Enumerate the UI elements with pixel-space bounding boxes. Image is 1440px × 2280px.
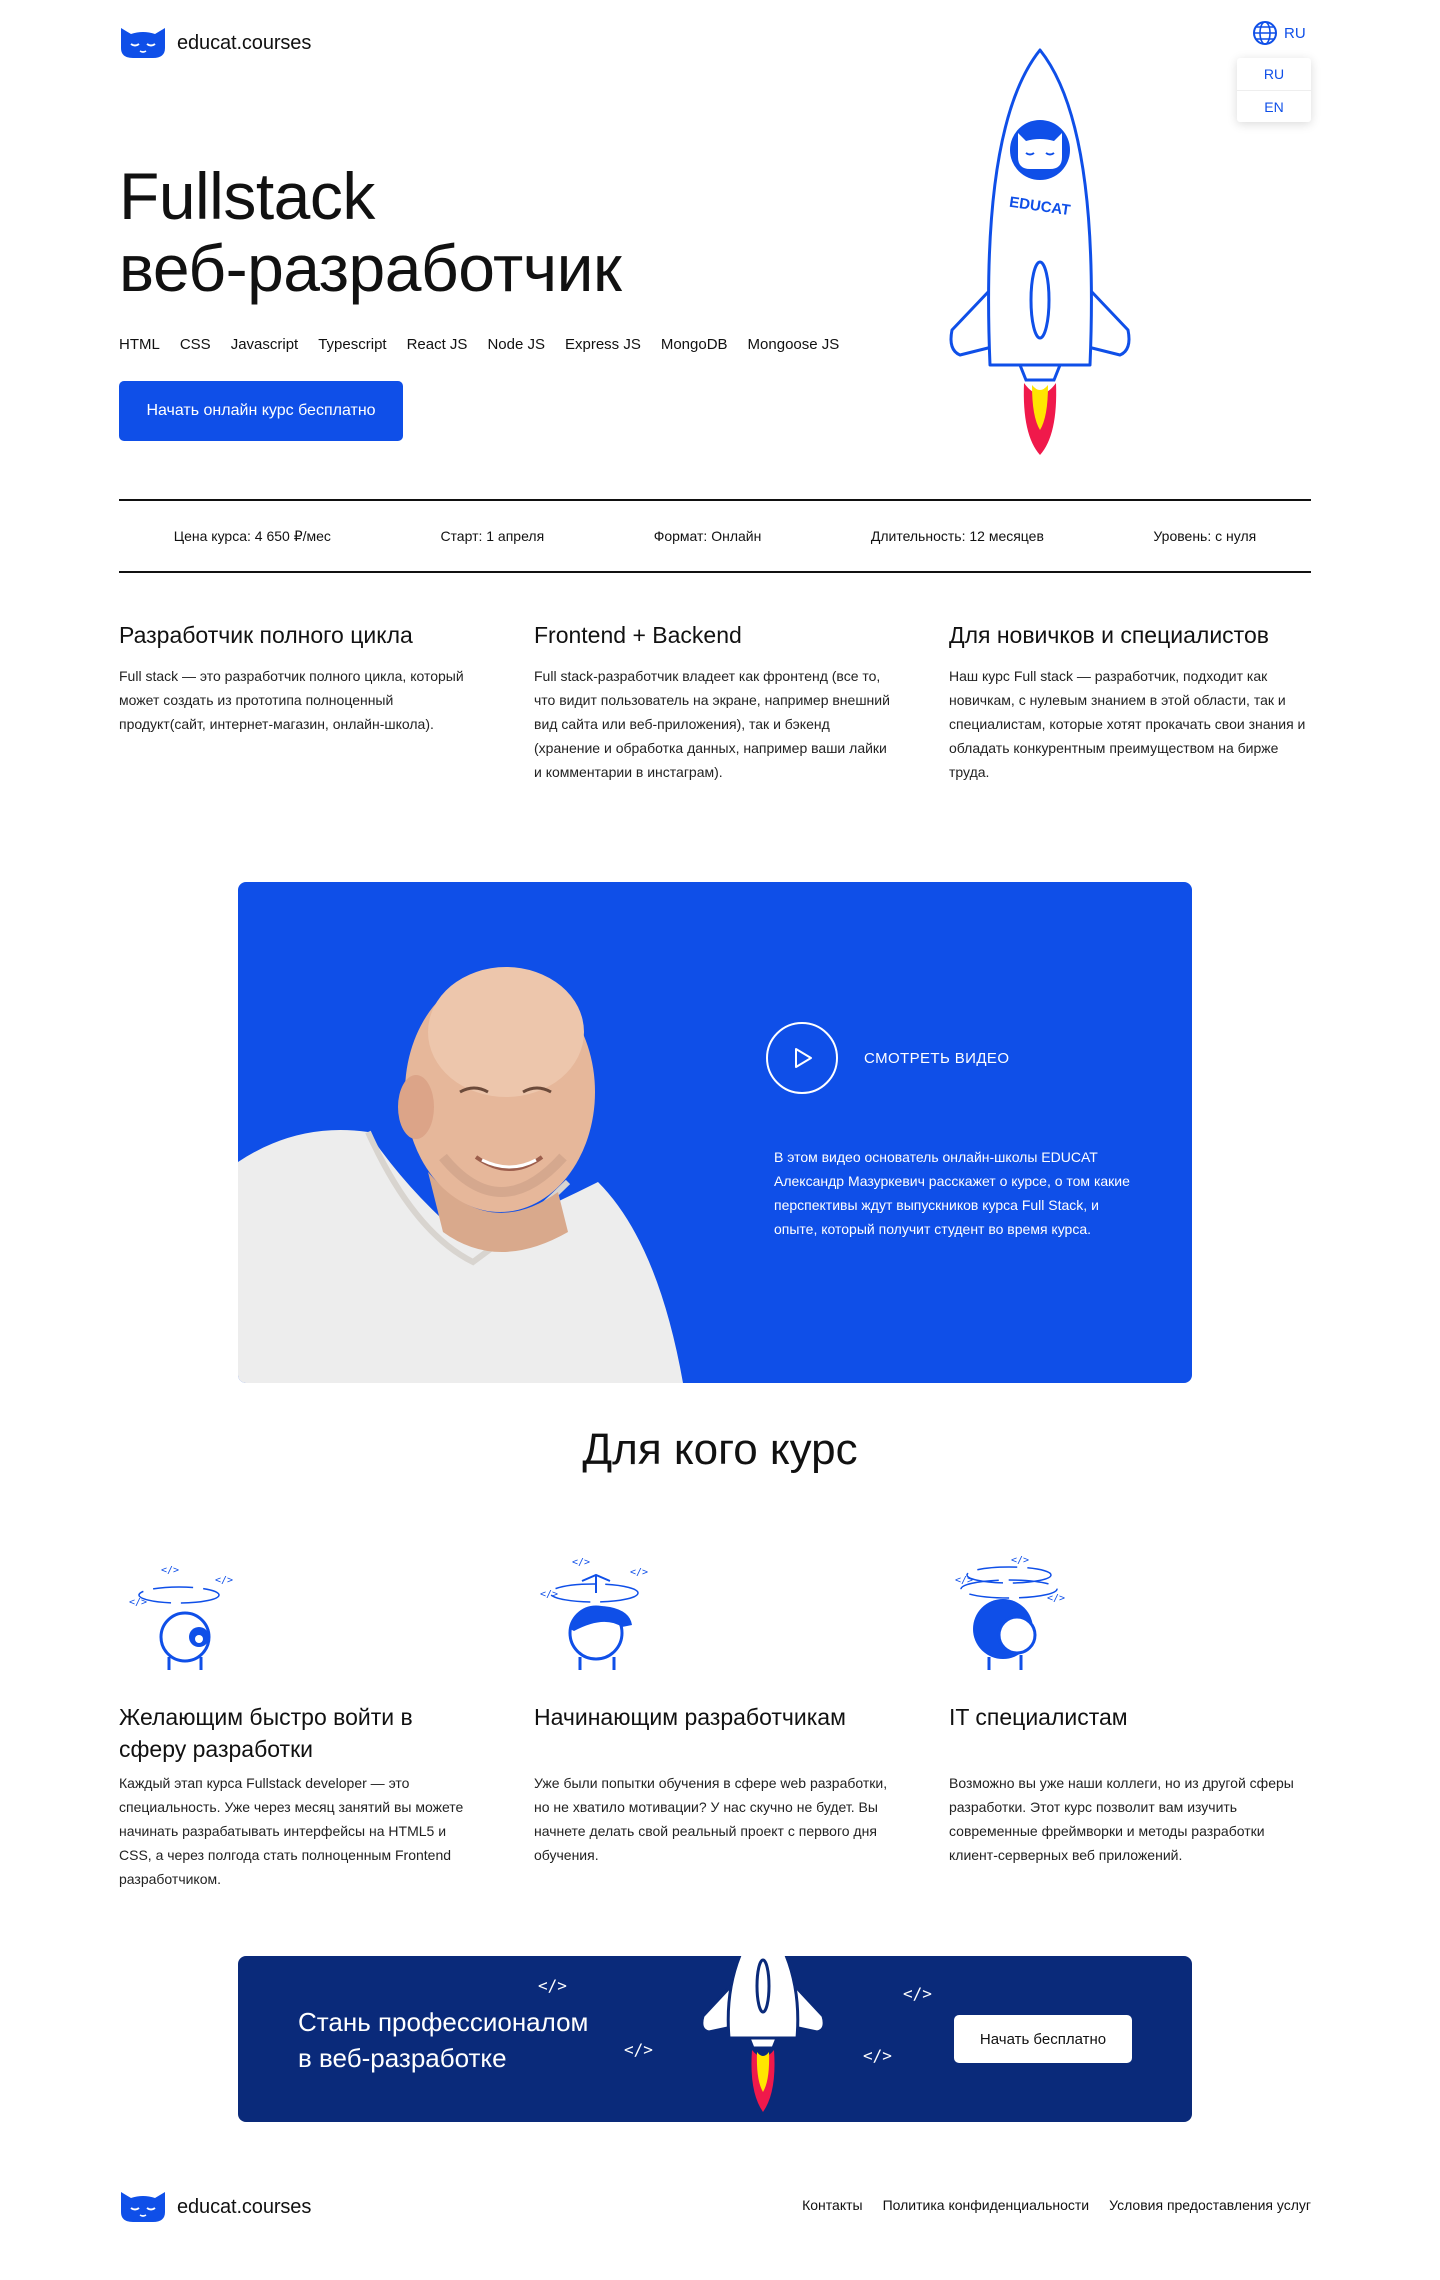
course-stats-bar: Цена курса: 4 650 ₽/мес Старт: 1 апреля … [119, 499, 1311, 573]
footer-logo-text: educat.courses [177, 2195, 312, 2218]
cta-title-line1: Стань профессионалом [298, 2007, 589, 2037]
language-menu: RU EN [1237, 58, 1311, 122]
code-glyph: </> [538, 1976, 567, 1995]
technology-list: HTML CSS Javascript Typescript React JS … [119, 336, 839, 353]
footer-logo[interactable]: educat.courses [119, 2190, 311, 2224]
stat-duration: Длительность: 12 месяцев [870, 528, 1044, 544]
audience-text: Уже были попытки обучения в сфере web ра… [534, 1775, 888, 1863]
code-glyph: </> [903, 1984, 932, 2003]
feature-title: Разработчик полного цикла [119, 622, 413, 648]
propeller-cap-head-icon: </> </> </> [540, 1557, 648, 1670]
video-description: В этом видео основатель онлайн-школы EDU… [774, 1149, 1130, 1237]
rocket-illustration: EDUCAT [949, 48, 1131, 455]
tech-tag: Javascript [230, 336, 299, 353]
founder-photo [238, 967, 683, 1383]
feature-card: Frontend + Backend Full stack-разработчи… [534, 620, 896, 784]
svg-text:</>: </> [630, 1567, 648, 1578]
tech-tag: Typescript [318, 336, 387, 353]
audience-text: Каждый этап курса Fullstack developer — … [119, 1775, 464, 1887]
tech-tag: CSS [179, 336, 211, 353]
svg-text:</>: </> [572, 1557, 590, 1568]
audience-card: </> </> </> Начинающим разработчикам Уже… [534, 1545, 896, 1891]
start-course-button[interactable]: Начать онлайн курс бесплатно [119, 381, 403, 441]
code-glyph: </> [624, 2040, 653, 2059]
stat-price: Цена курса: 4 650 ₽/мес [173, 527, 331, 544]
stat-format: Формат: Онлайн [653, 528, 762, 544]
audience-card: </> </> </> Желающим быстро войти в сфер… [119, 1545, 481, 1891]
svg-text:</>: </> [540, 1589, 558, 1600]
footer-link-terms[interactable]: Условия предоставления услуг [1109, 2197, 1311, 2213]
video-block[interactable]: СМОТРЕТЬ ВИДЕО В этом видео основатель о… [238, 882, 1192, 1383]
tech-tag: Node JS [487, 336, 545, 353]
tech-tag: Express JS [564, 336, 641, 353]
logo-text: educat.courses [177, 31, 312, 54]
audience-section-title: Для кого курс [582, 1425, 858, 1474]
feature-card: Разработчик полного цикла Full stack — э… [119, 620, 481, 784]
svg-text:</>: </> [1011, 1555, 1029, 1566]
watch-video-label: СМОТРЕТЬ ВИДЕО [864, 1049, 1010, 1067]
cat-logo-icon [121, 28, 165, 58]
audience-section: </> </> </> Желающим быстро войти в сфер… [119, 1545, 1311, 1891]
svg-text:</>: </> [215, 1575, 233, 1586]
cta-banner: Стань профессионалом в веб-разработке </… [238, 1956, 1192, 2122]
audience-title: Начинающим разработчикам [534, 1704, 846, 1730]
audience-card: </> </> </> IT специалистам Возможно вы … [949, 1545, 1311, 1891]
cta-title: Стань профессионалом в веб-разработке [298, 2004, 588, 2076]
start-free-button[interactable]: Начать бесплатно [954, 2015, 1132, 2063]
stat-start: Старт: 1 апреля [440, 528, 545, 544]
feature-text: Наш курс Full stack — разработчик, подхо… [949, 668, 1306, 780]
svg-text:</>: </> [1047, 1593, 1065, 1604]
feature-text: Full stack-разработчик владеет как фронт… [534, 668, 890, 780]
code-glyph: </> [863, 2046, 892, 2065]
feature-text: Full stack — это разработчик полного цик… [119, 668, 464, 732]
footer-link-privacy[interactable]: Политика конфиденциальности [883, 2197, 1090, 2213]
feature-title: Для новичков и специалистов [949, 622, 1269, 648]
footer-links: Контакты Политика конфиденциальности Усл… [802, 2197, 1311, 2213]
page-title-line1: Fullstack [119, 159, 375, 233]
audience-title: IT специалистам [949, 1704, 1128, 1730]
globe-icon [1253, 21, 1277, 45]
language-option-en[interactable]: EN [1237, 90, 1311, 122]
svg-text:</>: </> [955, 1575, 973, 1586]
page-title-line2: веб-разработчик [119, 231, 622, 305]
language-switch[interactable]: RU [1252, 20, 1306, 46]
tech-tag: MongoDB [660, 336, 728, 353]
features-section: Разработчик полного цикла Full stack — э… [119, 620, 1311, 784]
logo[interactable]: educat.courses [119, 26, 311, 60]
feature-title: Frontend + Backend [534, 622, 742, 648]
cta-rocket-illustration [700, 1956, 826, 2112]
beginner-head-icon: </> </> </> [129, 1565, 233, 1670]
svg-text:</>: </> [129, 1597, 147, 1608]
stat-level: Уровень: с нуля [1153, 528, 1257, 544]
language-option-ru[interactable]: RU [1237, 58, 1311, 90]
audience-text: Возможно вы уже наши коллеги, но из друг… [949, 1775, 1294, 1863]
tech-tag: Mongoose JS [747, 336, 840, 353]
tech-tag: React JS [406, 336, 468, 353]
specialist-head-icon: </> </> </> [955, 1555, 1065, 1670]
feature-card: Для новичков и специалистов Наш курс Ful… [949, 620, 1311, 784]
footer-link-contacts[interactable]: Контакты [802, 2197, 862, 2213]
watch-video-button[interactable]: СМОТРЕТЬ ВИДЕО [766, 1022, 1009, 1094]
tech-tag: HTML [119, 336, 160, 353]
cat-logo-icon [121, 2192, 165, 2222]
svg-text:</>: </> [161, 1565, 179, 1576]
page-title: Fullstack веб-разработчик [119, 159, 622, 305]
cta-title-line2: в веб-разработке [298, 2043, 507, 2073]
play-icon [766, 1022, 838, 1094]
language-current: RU [1284, 24, 1306, 42]
audience-title: Желающим быстро войти в сферу разработки [119, 1704, 413, 1762]
